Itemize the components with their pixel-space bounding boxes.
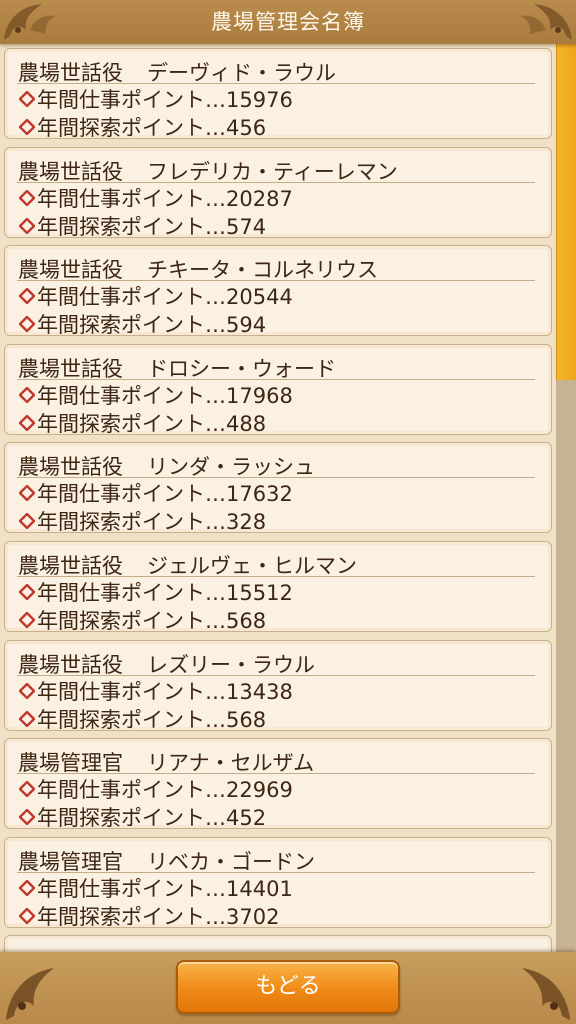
- member-card: 農場世話役 リンダ・ラッシュ 年間仕事ポイント…17632 年間探索ポイント…328: [4, 442, 552, 536]
- member-list[interactable]: 農場世話役 デーヴィド・ラウル 年間仕事ポイント…15976 年間探索ポイント…456…: [0, 44, 556, 952]
- work-points-row: 年間仕事ポイント…15512: [19, 577, 293, 607]
- member-name: リベカ・ゴードン: [147, 849, 315, 874]
- diamond-icon: [19, 119, 35, 135]
- member-name: リアナ・セルザム: [147, 751, 315, 776]
- diamond-icon: [19, 414, 35, 431]
- work-points-row: 年間仕事ポイント…14401: [19, 873, 293, 903]
- explore-points-row: 年間探索ポイント…594: [19, 309, 266, 339]
- header-bar: 農場管理会名簿: [0, 0, 576, 44]
- member-card: 農場世話役 チキータ・コルネリウス 年間仕事ポイント…20544 年間探索ポイント…5…: [4, 245, 552, 339]
- diamond-icon: [19, 485, 35, 502]
- diamond-icon: [19, 91, 35, 107]
- diamond-icon: [19, 584, 35, 600]
- work-points-label: 年間仕事ポイント…20544: [37, 285, 293, 310]
- explore-points-row: 年間探索ポイント…452: [19, 802, 266, 832]
- work-points-label: 年間仕事ポイント…13438: [37, 679, 293, 704]
- explore-points-row: 年間探索ポイント…488: [19, 408, 266, 438]
- page-title: 農場管理会名簿: [211, 10, 365, 34]
- member-name: リンダ・ラッシュ: [147, 455, 315, 480]
- work-points-label: 年間仕事ポイント…15512: [37, 581, 293, 605]
- member-card: 農場管理官 リベカ・ゴードン 年間仕事ポイント…14401 年間探索ポイント…3702: [4, 836, 552, 931]
- back-button[interactable]: もどる: [176, 960, 400, 1014]
- explore-points-label: 年間探索ポイント…456: [37, 116, 267, 140]
- member-name: フレデリカ・ティーレマン: [147, 159, 398, 184]
- diamond-icon: [19, 879, 35, 896]
- ornament-icon: [6, 968, 54, 1020]
- member-role: 農場世話役: [18, 554, 123, 578]
- member-name: ドロシー・ウォード: [147, 356, 336, 381]
- work-points-label: 年間仕事ポイント…17968: [37, 383, 293, 408]
- member-role: 農場世話役: [18, 159, 123, 184]
- member-card: 農場世話役 ドロシー・ウォード 年間仕事ポイント…17968 年間探索ポイント…488: [4, 343, 552, 438]
- footer-bar: もどる: [0, 952, 576, 1024]
- diamond-icon: [19, 386, 35, 403]
- diamond-icon: [19, 316, 35, 333]
- member-role: 農場世話役: [18, 61, 123, 85]
- member-role: 農場世話役: [18, 455, 123, 480]
- member-card: 農場世話役 フレデリカ・ティーレマン 年間仕事ポイント…20287 年間探索ポイント……: [4, 146, 552, 241]
- member-card: 農場世話役 ジェルヴェ・ヒルマン年間仕事ポイント…15512 年間探索ポイント…56…: [4, 541, 552, 635]
- explore-points-row: 年間探索ポイント…456: [19, 112, 266, 142]
- work-points-label: 年間仕事ポイント…14401: [37, 876, 293, 901]
- explore-points-row: 年間探索ポイント…568: [19, 605, 266, 635]
- explore-points-row: 年間探索ポイント…3702: [19, 901, 279, 931]
- work-points-row: 年間仕事ポイント…17968: [19, 380, 293, 410]
- explore-points-label: 年間探索ポイント…594: [37, 313, 267, 338]
- member-card: 農場世話役 レズリー・ラウル 年間仕事ポイント…13438 年間探索ポイント…568: [4, 639, 552, 734]
- member-name: チキータ・コルネリウス: [147, 258, 378, 283]
- ornament-icon: [522, 968, 570, 1020]
- work-points-row: 年間仕事ポイント…17632: [19, 478, 293, 508]
- work-points-label: 年間仕事ポイント…15976: [37, 88, 293, 112]
- explore-points-row: 年間探索ポイント…328: [19, 506, 266, 536]
- member-role: 農場世話役: [18, 356, 123, 381]
- explore-points-label: 年間探索ポイント…328: [37, 510, 267, 535]
- member-card-partial: [4, 935, 552, 952]
- member-card: 農場管理官 リアナ・セルザム 年間仕事ポイント…22969 年間探索ポイント…452: [4, 738, 552, 832]
- explore-points-label: 年間探索ポイント…452: [37, 806, 267, 831]
- member-name: レズリー・ラウル: [147, 652, 315, 677]
- member-role: 農場管理官: [18, 849, 123, 874]
- work-points-label: 年間仕事ポイント…17632: [37, 482, 293, 507]
- work-points-row: 年間仕事ポイント…13438: [19, 676, 293, 706]
- explore-points-label: 年間探索ポイント…488: [37, 411, 267, 436]
- work-points-row: 年間仕事ポイント…20544: [19, 281, 293, 311]
- member-role: 農場世話役: [18, 652, 123, 677]
- ornament-icon: [520, 4, 572, 40]
- explore-points-label: 年間探索ポイント…568: [37, 707, 267, 732]
- roster-screen: 農場管理会名簿 農場世話役 デーヴィド・ラウル 年間仕事ポイント…15976 年間探索…: [0, 0, 576, 1024]
- work-points-label: 年間仕事ポイント…20287: [37, 186, 293, 211]
- member-name: デーヴィド・ラウル: [147, 61, 336, 85]
- work-points-row: 年間仕事ポイント…20287: [19, 183, 293, 213]
- diamond-icon: [19, 612, 35, 628]
- member-card: 農場世話役 デーヴィド・ラウル年間仕事ポイント…15976 年間探索ポイント…456: [4, 48, 552, 142]
- explore-points-row: 年間探索ポイント…568: [19, 704, 266, 734]
- diamond-icon: [19, 288, 35, 305]
- diamond-icon: [19, 682, 35, 699]
- diamond-icon: [19, 189, 35, 206]
- explore-points-row: 年間探索ポイント…574: [19, 211, 266, 241]
- member-role: 農場管理官: [18, 751, 123, 776]
- explore-points-label: 年間探索ポイント…3702: [37, 904, 280, 929]
- diamond-icon: [19, 513, 35, 530]
- scrollbar-thumb[interactable]: [556, 44, 576, 380]
- diamond-icon: [19, 217, 35, 234]
- explore-points-label: 年間探索ポイント…568: [37, 609, 267, 633]
- member-name: ジェルヴェ・ヒルマン: [147, 554, 357, 578]
- work-points-label: 年間仕事ポイント…22969: [37, 778, 293, 803]
- diamond-icon: [19, 907, 35, 924]
- work-points-row: 年間仕事ポイント…22969: [19, 774, 293, 804]
- diamond-icon: [19, 781, 35, 798]
- diamond-icon: [19, 809, 35, 826]
- diamond-icon: [19, 710, 35, 727]
- member-role: 農場世話役: [18, 258, 123, 283]
- work-points-row: 年間仕事ポイント…15976: [19, 84, 293, 114]
- explore-points-label: 年間探索ポイント…574: [37, 214, 267, 239]
